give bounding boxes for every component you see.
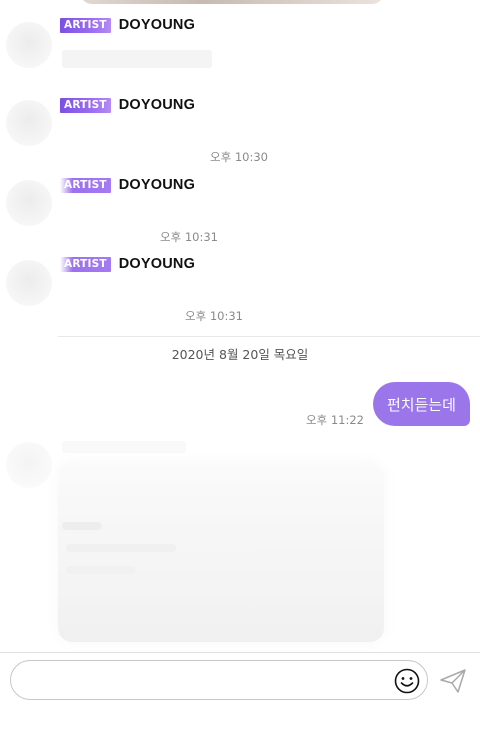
image-thumbnail[interactable] <box>80 0 384 4</box>
composer-divider <box>0 652 480 653</box>
sender-name[interactable]: DOYOUNG <box>119 177 195 193</box>
avatar[interactable] <box>6 180 52 226</box>
artist-badge: ARTIST <box>60 256 111 272</box>
avatar[interactable] <box>6 22 52 68</box>
date-divider: 2020년 8월 20일 목요일 <box>171 347 309 362</box>
message-time: 오후 10:31 <box>160 230 218 244</box>
message-header: ARTIST DOYOUNG <box>60 16 195 34</box>
avatar[interactable] <box>6 100 52 146</box>
artist-badge: ARTIST <box>60 97 111 113</box>
date-divider-line <box>58 336 480 337</box>
artist-badge: ARTIST <box>60 17 111 33</box>
message-composer <box>0 652 480 734</box>
blurred-line <box>66 566 136 574</box>
blurred-media-card[interactable] <box>58 462 384 642</box>
blurred-header <box>62 441 186 453</box>
my-message-text: 펀치듣는데 <box>386 395 456 414</box>
smiley-icon[interactable] <box>394 668 420 694</box>
my-message-time: 오후 11:22 <box>306 413 364 427</box>
my-message-bubble[interactable]: 펀치듣는데 <box>372 382 470 426</box>
send-icon[interactable] <box>438 666 468 696</box>
sender-name[interactable]: DOYOUNG <box>119 17 195 33</box>
artist-badge: ARTIST <box>60 177 111 193</box>
blurred-message <box>62 50 212 68</box>
avatar[interactable] <box>6 442 52 488</box>
chat-area[interactable]: ARTIST DOYOUNG ARTIST DOYOUNG 오후 10:30 A… <box>0 0 480 652</box>
message-time: 오후 10:30 <box>210 150 268 164</box>
message-header: ARTIST DOYOUNG <box>60 96 195 114</box>
avatar[interactable] <box>6 260 52 306</box>
message-time: 오후 10:31 <box>185 309 243 323</box>
sender-name[interactable]: DOYOUNG <box>119 256 195 272</box>
blurred-line <box>66 544 176 552</box>
message-header: ARTIST DOYOUNG <box>60 176 195 194</box>
message-input[interactable] <box>10 660 428 700</box>
blurred-line <box>62 522 102 530</box>
sender-name[interactable]: DOYOUNG <box>119 97 195 113</box>
message-header: ARTIST DOYOUNG <box>60 255 195 273</box>
